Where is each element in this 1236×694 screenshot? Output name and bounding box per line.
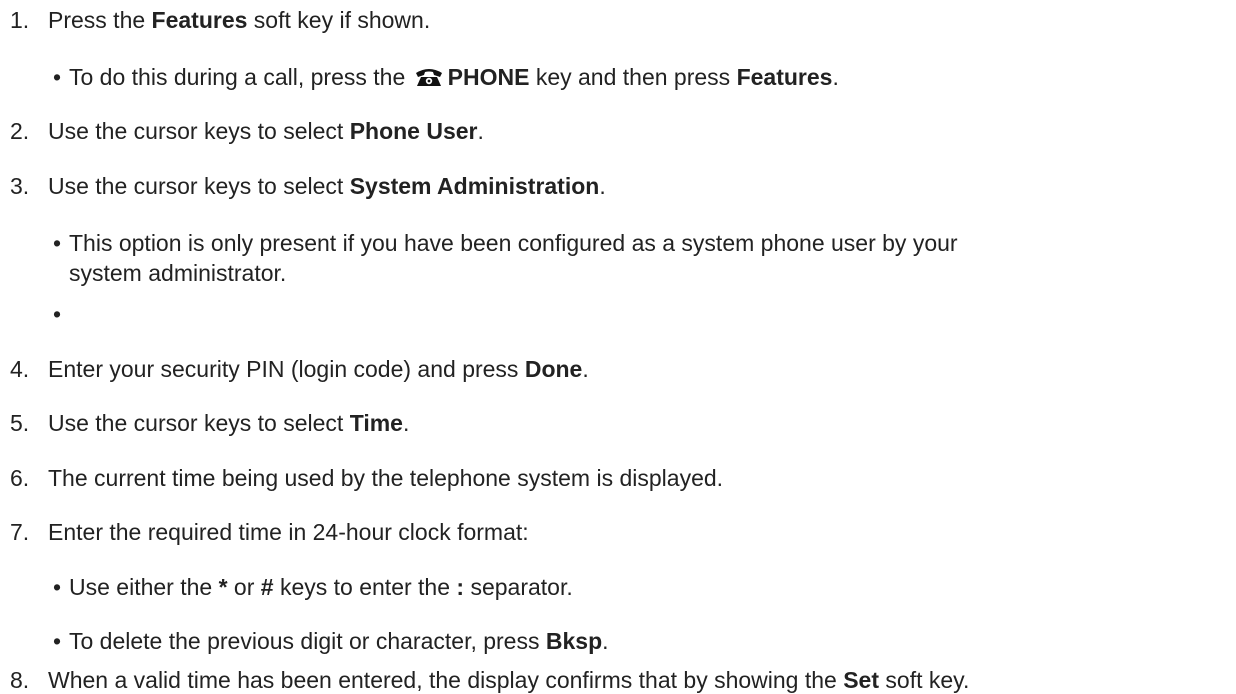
bullet-mark: • xyxy=(53,574,62,600)
bullet-text-line-2: system administrator. xyxy=(69,260,287,286)
phone-icon xyxy=(415,69,442,86)
step-text: Press the Features soft key if shown. xyxy=(48,7,431,33)
step-text: Use the cursor keys to select Phone User… xyxy=(48,118,484,144)
step-number: 4. xyxy=(10,356,30,382)
step-text: Use the cursor keys to select System Adm… xyxy=(48,173,606,199)
bullet-mark: • xyxy=(53,301,62,327)
bullet-text-line-1: This option is only present if you have … xyxy=(69,230,958,256)
step-number: 1. xyxy=(10,7,30,33)
step-text: When a valid time has been entered, the … xyxy=(48,667,970,693)
step-text: Enter the required time in 24-hour clock… xyxy=(48,519,529,545)
step-text: The current time being used by the telep… xyxy=(48,465,724,491)
step-number: 7. xyxy=(10,519,30,545)
bullet-mark: • xyxy=(53,628,62,654)
bullet-mark: • xyxy=(53,64,62,90)
bullet-text: Use either the * or # keys to enter the … xyxy=(69,574,573,600)
phone-key-label: PHONE xyxy=(447,64,530,90)
bullet-text: To do this during a call, press the PHON… xyxy=(69,64,839,90)
features-softkey-label: Features xyxy=(151,7,248,33)
step-number: 6. xyxy=(10,465,30,491)
step-number: 3. xyxy=(10,173,30,199)
step-number: 8. xyxy=(10,667,30,693)
step-number: 2. xyxy=(10,118,30,144)
step-text: Use the cursor keys to select Time. xyxy=(48,410,410,436)
bullet-mark: • xyxy=(53,230,62,256)
step-number: 5. xyxy=(10,410,30,436)
bullet-text: To delete the previous digit or characte… xyxy=(69,628,609,654)
step-text: Enter your security PIN (login code) and… xyxy=(48,356,589,382)
